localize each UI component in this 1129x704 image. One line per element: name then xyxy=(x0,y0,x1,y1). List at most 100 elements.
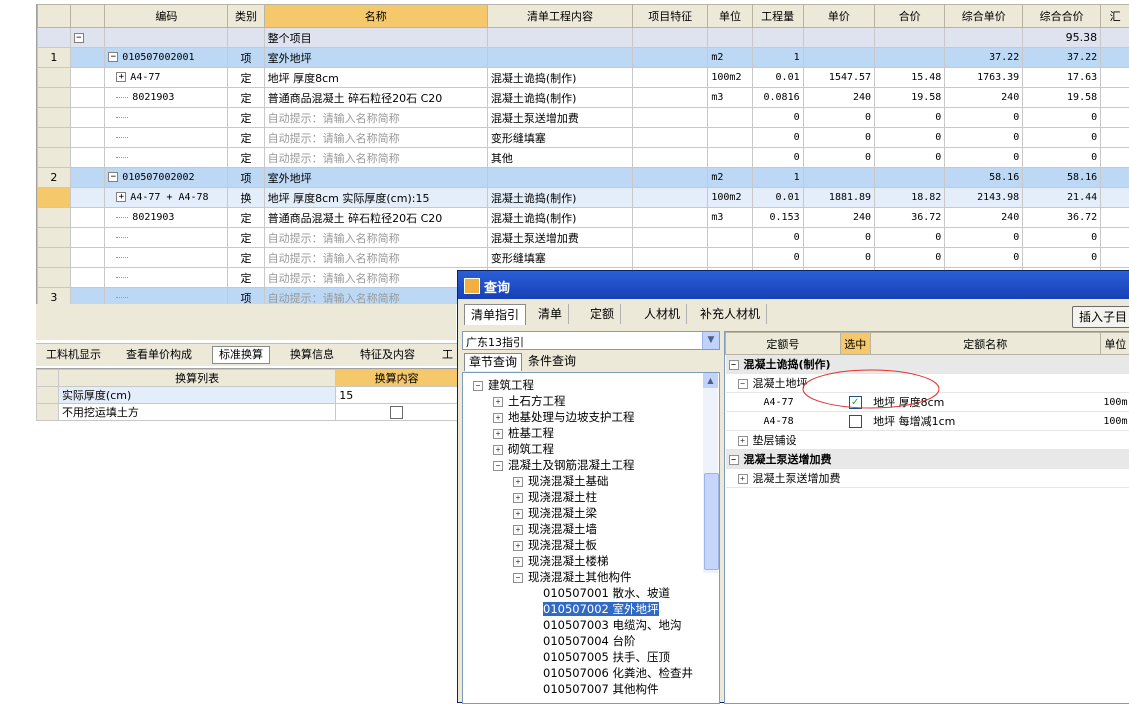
quantity-cell[interactable]: 0.01 xyxy=(752,188,803,208)
tree-node[interactable]: −混凝土及钢筋混凝土工程 xyxy=(493,457,635,473)
unit-cell[interactable] xyxy=(708,128,752,148)
quantity-cell[interactable]: 0.0816 xyxy=(752,88,803,108)
collapse-icon[interactable]: − xyxy=(513,573,523,583)
expand-icon[interactable]: + xyxy=(513,557,523,567)
collapse-icon[interactable]: − xyxy=(493,461,503,471)
column-header-6[interactable]: 项目特征 xyxy=(633,5,708,28)
expand-icon[interactable]: + xyxy=(493,445,503,455)
column-header-0[interactable] xyxy=(38,5,71,28)
expand-icon[interactable]: + xyxy=(493,429,503,439)
tree-node[interactable]: +砌筑工程 xyxy=(493,441,554,457)
content-cell[interactable] xyxy=(487,48,632,68)
tree-node[interactable]: 010507006 化粪池、检查井 xyxy=(543,665,693,681)
table-row[interactable]: 8021903定普通商品混凝土 碎石粒径20石 C20混凝土诡捣(制作)m30.… xyxy=(38,208,1129,228)
total-price-cell[interactable]: 58.16 xyxy=(1023,168,1101,188)
unit-total-price-cell[interactable]: 240 xyxy=(945,208,1023,228)
unit-total-price-cell[interactable]: 0 xyxy=(945,108,1023,128)
total-price-cell[interactable]: 37.22 xyxy=(1023,48,1101,68)
column-header-13[interactable]: 汇 xyxy=(1101,5,1129,28)
quantity-cell[interactable]: 0 xyxy=(752,248,803,268)
feature-cell[interactable] xyxy=(633,168,708,188)
unit-total-price-cell[interactable]: 0 xyxy=(945,148,1023,168)
minus-icon[interactable]: − xyxy=(74,33,84,43)
name-cell[interactable]: 室外地坪 xyxy=(264,168,487,188)
unit-cell[interactable]: m2 xyxy=(708,168,752,188)
tree-node[interactable]: +现浇混凝土基础 xyxy=(513,473,609,489)
column-header-10[interactable]: 合价 xyxy=(875,5,945,28)
table-row[interactable]: 定自动提示：请输入名称简称混凝土泵送增加费00000 xyxy=(38,228,1129,248)
tree-node[interactable]: +现浇混凝土柱 xyxy=(513,489,597,505)
expand-icon[interactable]: + xyxy=(513,477,523,487)
amount-cell[interactable] xyxy=(875,48,945,68)
collapse-icon[interactable]: − xyxy=(738,379,748,389)
price-cell[interactable]: 0 xyxy=(803,128,874,148)
type-cell[interactable]: 项 xyxy=(228,288,264,305)
name-cell[interactable]: 自动提示：请输入名称简称 xyxy=(264,288,487,305)
amount-cell[interactable]: 0 xyxy=(875,128,945,148)
code-cell[interactable]: +A4-77 + A4-78 xyxy=(105,188,228,208)
total-price-cell[interactable]: 17.63 xyxy=(1023,68,1101,88)
quota-item[interactable]: A4-78地坪 每增减1cm100m xyxy=(726,412,1129,431)
extra-cell[interactable] xyxy=(1101,248,1129,268)
unit-total-price-cell[interactable]: 0 xyxy=(945,228,1023,248)
name-cell[interactable]: 自动提示：请输入名称简称 xyxy=(264,248,487,268)
amount-cell[interactable]: 0 xyxy=(875,228,945,248)
select-checkbox[interactable] xyxy=(849,415,862,428)
quantity-cell[interactable]: 0.153 xyxy=(752,208,803,228)
column-header-12[interactable]: 综合合价 xyxy=(1023,5,1101,28)
extra-cell[interactable] xyxy=(1101,128,1129,148)
unit-cell[interactable]: m3 xyxy=(708,208,752,228)
quota-subgroup[interactable]: +混凝土泵送增加费 xyxy=(726,469,1129,488)
content-cell[interactable]: 混凝土泵送增加费 xyxy=(487,108,632,128)
price-cell[interactable]: 0 xyxy=(803,108,874,128)
detail-tab-0[interactable]: 工料机显示 xyxy=(40,347,107,363)
expand-icon[interactable]: + xyxy=(493,413,503,423)
quantity-cell[interactable]: 0 xyxy=(752,128,803,148)
amount-cell[interactable]: 36.72 xyxy=(875,208,945,228)
expand-icon[interactable]: + xyxy=(513,541,523,551)
unit-cell[interactable] xyxy=(708,108,752,128)
type-cell[interactable]: 定 xyxy=(228,228,264,248)
quota-subgroup[interactable]: +垫层铺设 xyxy=(726,431,1129,450)
extra-cell[interactable] xyxy=(1101,208,1129,228)
group-cell[interactable]: +垫层铺设 xyxy=(726,431,1129,450)
amount-cell[interactable]: 19.58 xyxy=(875,88,945,108)
price-cell[interactable] xyxy=(803,48,874,68)
unit-cell[interactable]: 100m2 xyxy=(708,188,752,208)
content-cell[interactable]: 混凝土诡捣(制作) xyxy=(487,88,632,108)
column-header-2[interactable]: 编码 xyxy=(105,5,228,28)
quantity-cell[interactable]: 0.01 xyxy=(752,68,803,88)
content-cell[interactable]: 变形缝填塞 xyxy=(487,128,632,148)
detail-tab-5[interactable]: 工 xyxy=(436,347,459,363)
dialog-tab-2[interactable]: 定额 xyxy=(584,304,621,324)
name-cell[interactable]: 普通商品混凝土 碎石粒径20石 C20 xyxy=(264,208,487,228)
unit-total-price-cell[interactable]: 240 xyxy=(945,88,1023,108)
detail-tab-4[interactable]: 特征及内容 xyxy=(354,347,421,363)
code-cell[interactable] xyxy=(105,108,228,128)
content-cell[interactable] xyxy=(487,168,632,188)
price-cell[interactable]: 240 xyxy=(803,208,874,228)
table-row[interactable]: 2−010507002002项室外地坪m2158.1658.16 xyxy=(38,168,1129,188)
content-cell[interactable]: 变形缝填塞 xyxy=(487,248,632,268)
amount-cell[interactable]: 0 xyxy=(875,148,945,168)
insert-item-button[interactable]: 插入子目 xyxy=(1072,306,1129,328)
unit-cell[interactable] xyxy=(708,148,752,168)
bill-table[interactable]: 编码类别名称清单工程内容项目特征单位工程量单价合价综合单价综合合价汇 −整个项目… xyxy=(37,4,1129,304)
price-cell[interactable]: 0 xyxy=(803,248,874,268)
bill-grid[interactable]: 编码类别名称清单工程内容项目特征单位工程量单价合价综合单价综合合价汇 −整个项目… xyxy=(36,4,1129,304)
code-cell[interactable]: +A4-77 xyxy=(105,68,228,88)
quota-header-1[interactable]: 选中 xyxy=(840,333,870,355)
table-row[interactable]: 定自动提示：请输入名称简称其他00000 xyxy=(38,148,1129,168)
tree-node[interactable]: +现浇混凝土板 xyxy=(513,537,597,553)
quota-header-0[interactable]: 定额号 xyxy=(726,333,841,355)
conversion-table[interactable]: 换算列表 换算内容 实际厚度(cm) 15 不用挖运填土方 xyxy=(36,369,458,421)
tree-node[interactable]: 010507003 电缆沟、地沟 xyxy=(543,617,682,633)
tree-node[interactable]: 010507005 扶手、压顶 xyxy=(543,649,670,665)
collapse-icon[interactable]: − xyxy=(729,455,739,465)
unit-cell[interactable] xyxy=(708,228,752,248)
name-cell[interactable]: 自动提示：请输入名称简称 xyxy=(264,108,487,128)
type-cell[interactable]: 项 xyxy=(228,48,264,68)
code-cell[interactable] xyxy=(105,268,228,288)
tree-node[interactable]: +地基处理与边坡支护工程 xyxy=(493,409,635,425)
total-price-cell[interactable]: 0 xyxy=(1023,248,1101,268)
